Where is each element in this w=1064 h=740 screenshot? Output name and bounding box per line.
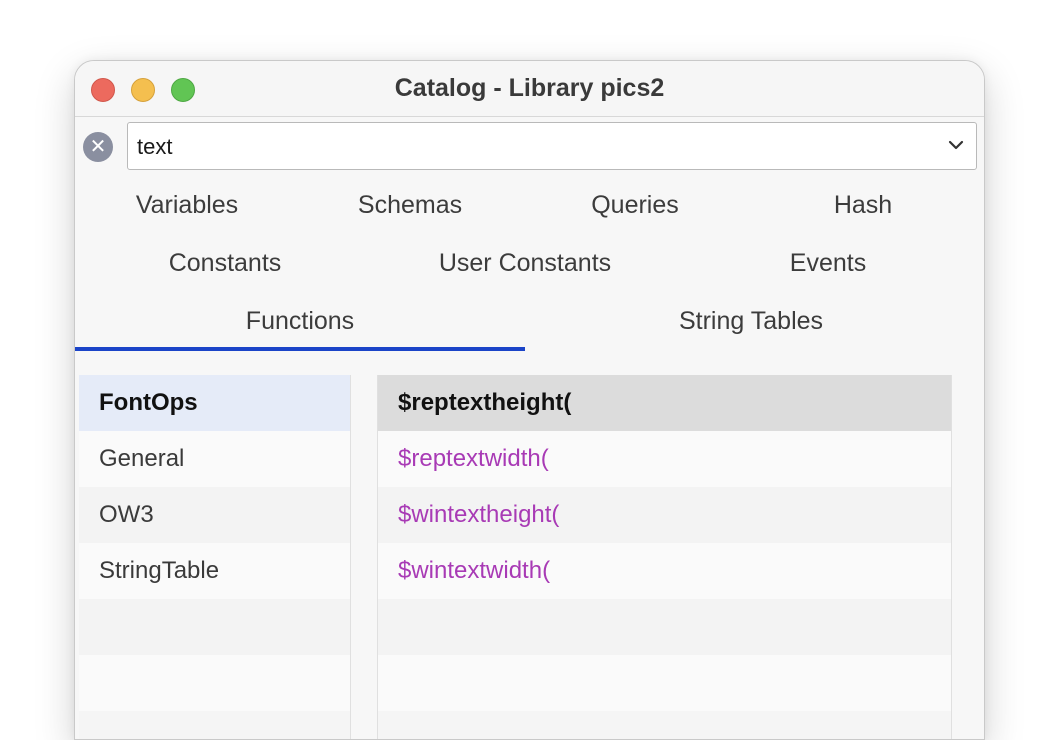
- empty-row: [378, 655, 951, 711]
- function-item-wintextheight[interactable]: $wintextheight(: [378, 487, 951, 543]
- category-item-label: General: [99, 445, 185, 472]
- tab-schemas[interactable]: Schemas: [335, 191, 485, 225]
- tab-events[interactable]: Events: [755, 249, 901, 283]
- tab-hash[interactable]: Hash: [795, 191, 931, 225]
- empty-row: [79, 655, 350, 711]
- category-item-ow3[interactable]: OW3: [79, 487, 350, 543]
- function-item-reptextheight[interactable]: $reptextheight(: [378, 375, 951, 431]
- empty-row: [378, 599, 951, 655]
- category-item-stringtable[interactable]: StringTable: [79, 543, 350, 599]
- search-input[interactable]: text: [137, 134, 172, 160]
- tab-functions[interactable]: Functions: [205, 307, 395, 341]
- window-title: Catalog - Library pics2: [394, 74, 665, 102]
- function-item-label: $wintextheight(: [398, 501, 560, 528]
- category-list[interactable]: FontOps General OW3 StringTable: [79, 375, 351, 739]
- selected-tab-indicator: [75, 347, 525, 351]
- category-item-label: OW3: [99, 501, 154, 528]
- tab-user-constants[interactable]: User Constants: [405, 249, 645, 283]
- chevron-down-icon[interactable]: [946, 135, 966, 155]
- category-item-fontops[interactable]: FontOps: [79, 375, 350, 431]
- search-row: ✕ text: [75, 117, 984, 177]
- tab-constants[interactable]: Constants: [135, 249, 315, 283]
- search-combobox[interactable]: text: [127, 122, 977, 170]
- category-item-label: StringTable: [99, 557, 220, 584]
- function-item-label: $wintextwidth(: [398, 557, 551, 584]
- tab-variables[interactable]: Variables: [105, 191, 269, 225]
- title-bar: Catalog - Library pics2: [75, 61, 984, 117]
- category-item-general[interactable]: General: [79, 431, 350, 487]
- function-list[interactable]: $reptextheight( $reptextwidth( $wintexth…: [377, 375, 952, 739]
- category-item-label: FontOps: [99, 389, 198, 416]
- tab-queries[interactable]: Queries: [565, 191, 705, 225]
- function-item-wintextwidth[interactable]: $wintextwidth(: [378, 543, 951, 599]
- function-item-label: $reptextwidth(: [398, 445, 549, 472]
- function-item-label: $reptextheight(: [398, 389, 572, 416]
- catalog-window: Catalog - Library pics2 ✕ text Variables…: [74, 60, 985, 740]
- clear-icon[interactable]: ✕: [83, 132, 113, 162]
- function-item-reptextwidth[interactable]: $reptextwidth(: [378, 431, 951, 487]
- empty-row: [79, 599, 350, 655]
- tab-string-tables[interactable]: String Tables: [645, 307, 857, 341]
